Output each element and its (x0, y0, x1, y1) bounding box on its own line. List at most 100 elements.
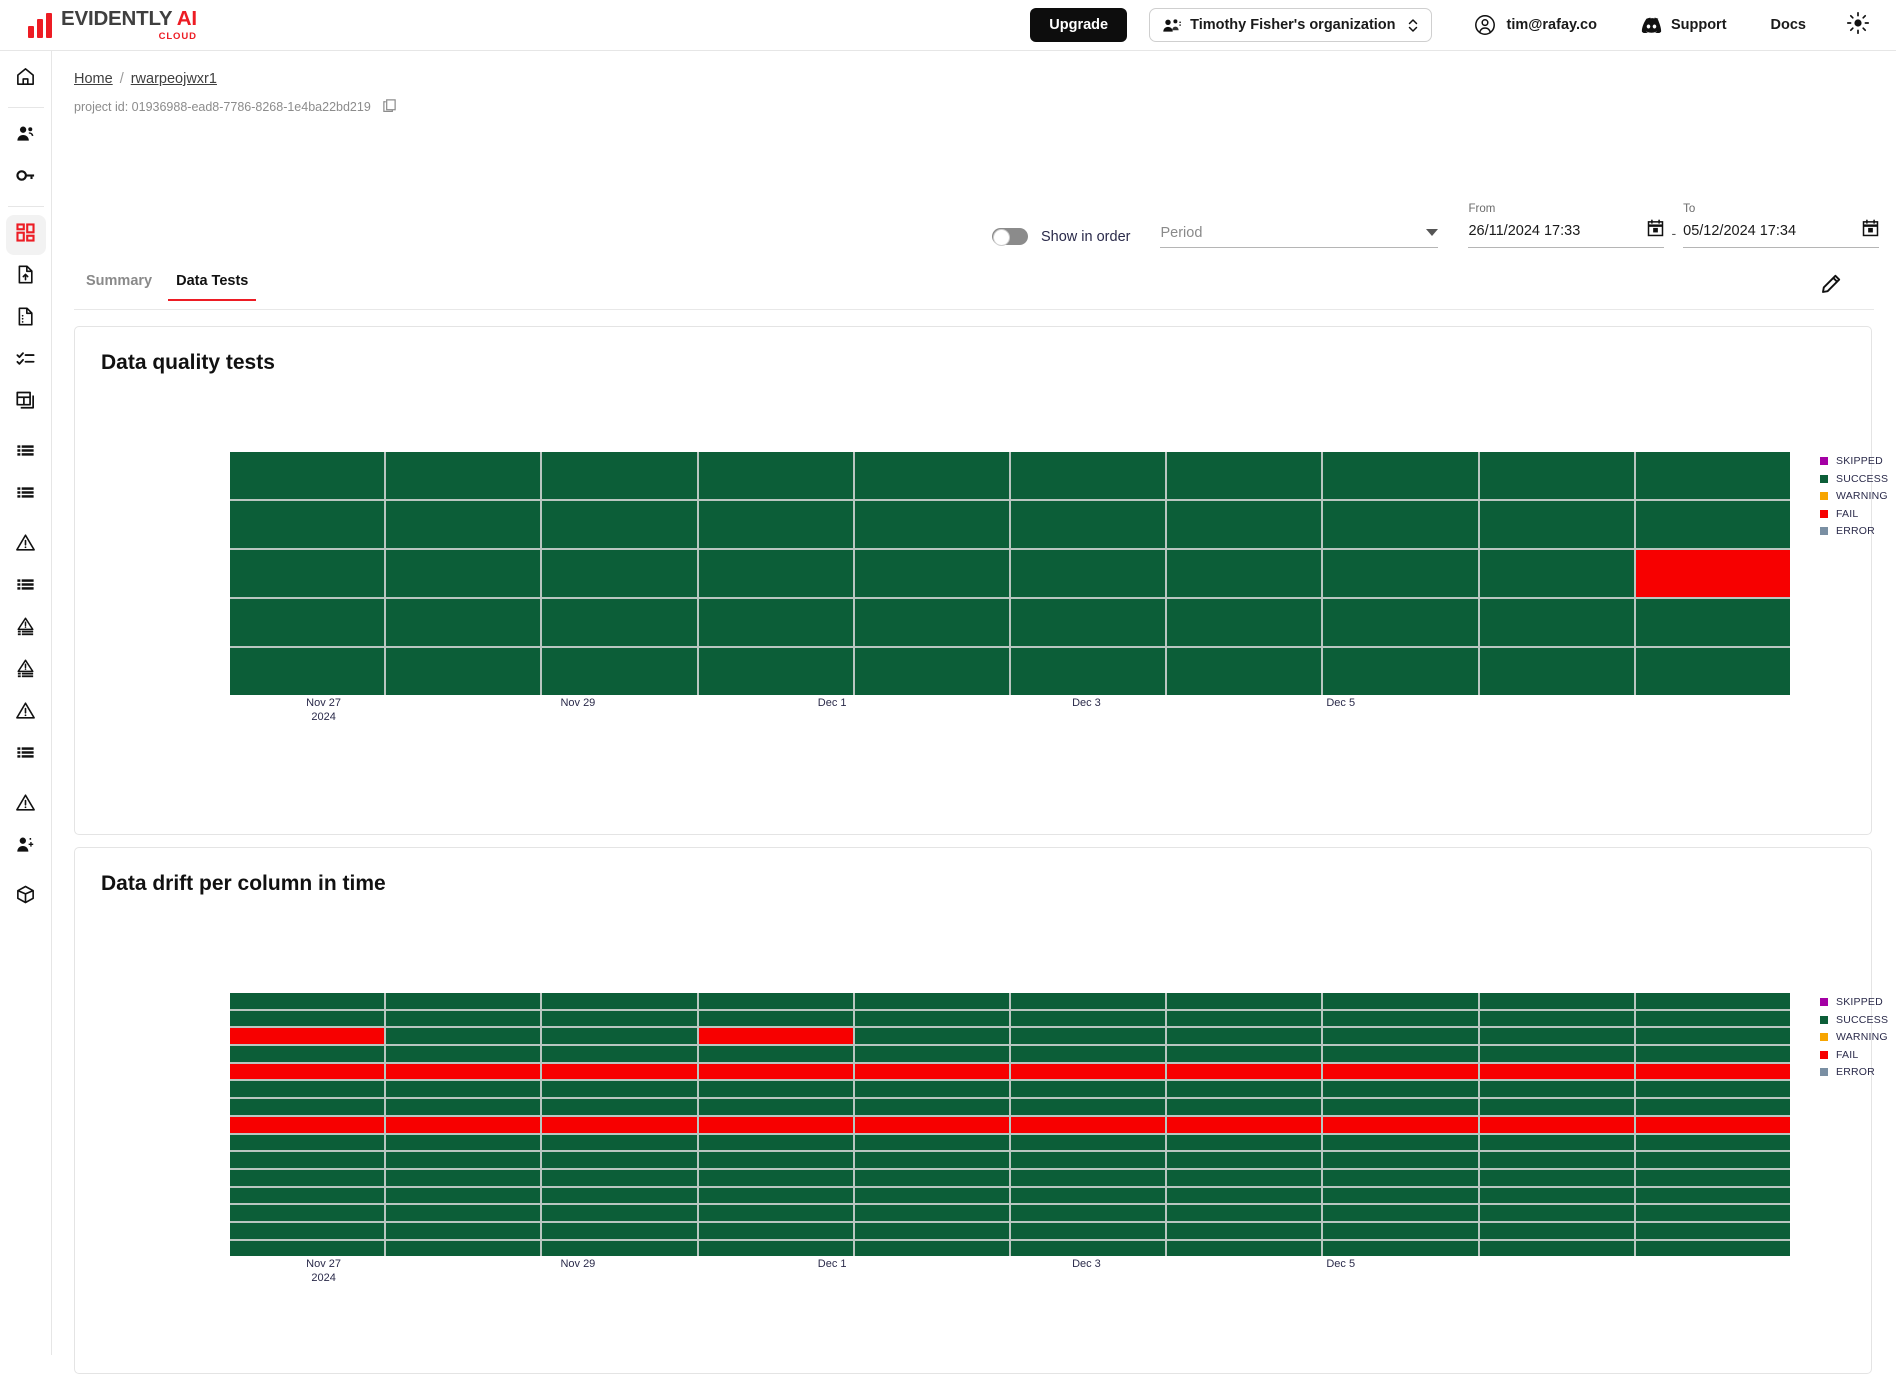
sidebar-item-quality-list[interactable] (6, 735, 46, 775)
heatmap-cell[interactable] (230, 550, 385, 597)
sidebar-item-api-keys[interactable] (6, 158, 46, 198)
heatmap-cell[interactable] (542, 1028, 697, 1045)
heatmap-cell[interactable] (1323, 452, 1478, 499)
heatmap-cell[interactable] (698, 550, 853, 597)
heatmap-cell[interactable] (698, 1116, 853, 1133)
heatmap-cell[interactable] (1479, 1205, 1634, 1221)
heatmap-cell[interactable] (386, 1081, 541, 1098)
heatmap-cell[interactable] (230, 1222, 385, 1239)
docs-link[interactable]: Docs (1771, 17, 1806, 33)
heatmap-cell[interactable] (1167, 993, 1322, 1009)
heatmap-cell[interactable] (386, 1116, 541, 1133)
heatmap-cell[interactable] (1479, 648, 1634, 695)
heatmap-cell[interactable] (1011, 1187, 1166, 1204)
heatmap-cell[interactable] (1479, 1240, 1634, 1257)
theme-toggle-button[interactable] (1846, 11, 1870, 40)
heatmap-cell[interactable] (854, 1169, 1010, 1186)
heatmap-cell[interactable] (1011, 1046, 1166, 1062)
heatmap-cell[interactable] (854, 1063, 1010, 1080)
heatmap-cell[interactable] (854, 1187, 1010, 1204)
heatmap-cell[interactable] (230, 1134, 385, 1151)
app-logo[interactable]: EVIDENTLY AI CLOUD (28, 8, 197, 41)
heatmap-cell[interactable] (1011, 1081, 1166, 1098)
heatmap-cell[interactable] (698, 1063, 853, 1080)
heatmap-cell[interactable] (1167, 1152, 1322, 1168)
heatmap-cell[interactable] (1011, 993, 1166, 1009)
heatmap-cell[interactable] (542, 1046, 697, 1062)
heatmap-cell[interactable] (542, 452, 697, 499)
heatmap-cell[interactable] (1167, 1169, 1322, 1186)
heatmap-cell[interactable] (542, 648, 697, 695)
heatmap-cell[interactable] (1167, 501, 1322, 548)
sidebar-item-drift-alerts[interactable] (6, 651, 46, 691)
heatmap-cell[interactable] (1635, 599, 1791, 646)
heatmap-cell[interactable] (1167, 1081, 1322, 1098)
heatmap-cell[interactable] (542, 1081, 697, 1098)
heatmap-cell[interactable] (1167, 1134, 1322, 1151)
heatmap-cell[interactable] (542, 1169, 697, 1186)
heatmap-cell[interactable] (230, 1116, 385, 1133)
heatmap-cell[interactable] (230, 993, 385, 1009)
heatmap-cell[interactable] (386, 452, 541, 499)
heatmap-cell[interactable] (1323, 648, 1478, 695)
heatmap-cell[interactable] (386, 1063, 541, 1080)
heatmap-cell[interactable] (1011, 452, 1166, 499)
heatmap-cell[interactable] (698, 1081, 853, 1098)
heatmap-cell[interactable] (1635, 1028, 1791, 1045)
heatmap-cell[interactable] (698, 1205, 853, 1221)
heatmap-cell[interactable] (1635, 1099, 1791, 1115)
heatmap-cell[interactable] (1011, 1063, 1166, 1080)
organization-selector[interactable]: Timothy Fisher's organization (1149, 8, 1432, 42)
heatmap-cell[interactable] (542, 993, 697, 1009)
heatmap-cell[interactable] (1635, 993, 1791, 1009)
heatmap-cell[interactable] (1479, 1010, 1634, 1027)
heatmap-cell[interactable] (1167, 452, 1322, 499)
heatmap-cell[interactable] (854, 550, 1010, 597)
show-in-order-control[interactable]: Show in order (992, 228, 1130, 246)
heatmap-cell[interactable] (1167, 1116, 1322, 1133)
heatmap-cell[interactable] (542, 1010, 697, 1027)
heatmap-cell[interactable] (1635, 1222, 1791, 1239)
heatmap-cell[interactable] (1011, 1222, 1166, 1239)
heatmap-cell[interactable] (1011, 648, 1166, 695)
heatmap-cell[interactable] (386, 1205, 541, 1221)
heatmap-cell[interactable] (542, 1152, 697, 1168)
breadcrumb-project[interactable]: rwarpeojwxr1 (131, 71, 217, 87)
heatmap-cell[interactable] (854, 1010, 1010, 1027)
heatmap-cell[interactable] (386, 550, 541, 597)
heatmap-grid[interactable] (230, 452, 1791, 695)
sidebar-item-team[interactable] (6, 116, 46, 156)
heatmap-cell[interactable] (854, 1046, 1010, 1062)
heatmap-cell[interactable] (542, 550, 697, 597)
heatmap-cell[interactable] (230, 1099, 385, 1115)
heatmap-cell[interactable] (386, 1152, 541, 1168)
calendar-icon[interactable] (1862, 219, 1879, 242)
heatmap-cell[interactable] (1323, 1134, 1478, 1151)
heatmap-cell[interactable] (230, 599, 385, 646)
heatmap-cell[interactable] (542, 1116, 697, 1133)
heatmap-cell[interactable] (386, 501, 541, 548)
heatmap-cell[interactable] (854, 599, 1010, 646)
heatmap-cell[interactable] (386, 1169, 541, 1186)
heatmap-cell[interactable] (1635, 501, 1791, 548)
heatmap-cell[interactable] (698, 1169, 853, 1186)
heatmap-cell[interactable] (386, 1134, 541, 1151)
heatmap-cell[interactable] (1011, 1116, 1166, 1133)
sidebar-item-integrations[interactable] (6, 877, 46, 917)
heatmap-cell[interactable] (542, 1063, 697, 1080)
heatmap-cell[interactable] (1011, 599, 1166, 646)
data-quality-heatmap[interactable]: Nov 27 2024 Nov 29 Dec 1 Dec 3 Dec 5 (230, 452, 1791, 735)
heatmap-cell[interactable] (1635, 452, 1791, 499)
heatmap-cell[interactable] (698, 1028, 853, 1045)
heatmap-cell[interactable] (1323, 1205, 1478, 1221)
sidebar-item-alerts[interactable] (6, 525, 46, 565)
heatmap-cell[interactable] (230, 1063, 385, 1080)
heatmap-cell[interactable] (1635, 1063, 1791, 1080)
heatmap-cell[interactable] (386, 1099, 541, 1115)
heatmap-cell[interactable] (386, 1028, 541, 1045)
heatmap-cell[interactable] (1479, 1116, 1634, 1133)
heatmap-cell[interactable] (1323, 550, 1478, 597)
heatmap-cell[interactable] (698, 648, 853, 695)
heatmap-cell[interactable] (1479, 1152, 1634, 1168)
heatmap-cell[interactable] (698, 1152, 853, 1168)
